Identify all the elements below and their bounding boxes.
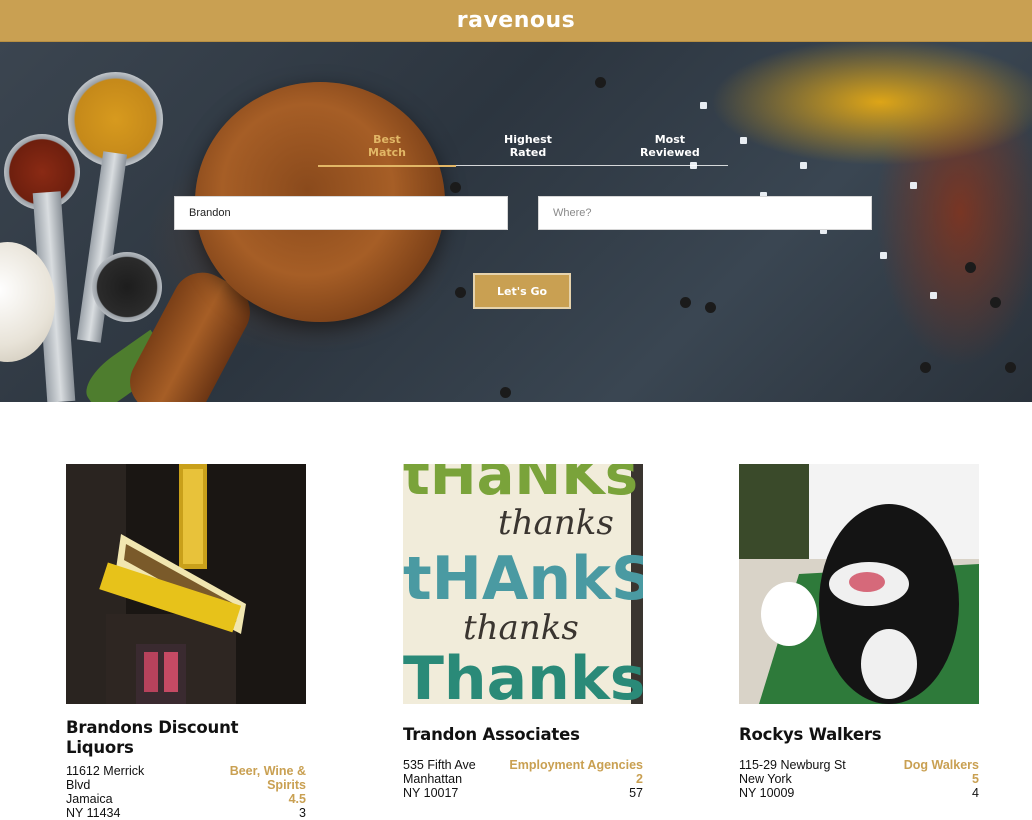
- tab-highest-rated[interactable]: Highest Rated: [456, 132, 600, 165]
- salt-crystal: [700, 102, 707, 109]
- liquor-store-image: [66, 464, 306, 704]
- peppercorn: [990, 297, 1001, 308]
- business-category: Beer, Wine & Spirits: [229, 764, 306, 792]
- business-photo[interactable]: tHaNKs thanks tHAnkS thanks Thanks: [403, 464, 643, 704]
- peppercorn: [680, 297, 691, 308]
- svg-text:Thanks: Thanks: [403, 644, 643, 704]
- business-card[interactable]: Rockys Walkers 115-29 Newburg St New Yor…: [739, 464, 979, 800]
- business-photo[interactable]: [66, 464, 306, 704]
- address-line: NY 11434: [66, 806, 121, 820]
- business-address: 11612 Merrick Blvd Jamaica NY 11434: [66, 764, 206, 820]
- address-line: New York: [739, 772, 792, 786]
- search-location-input[interactable]: [538, 196, 872, 230]
- address-line: 115-29 Newburg St: [739, 758, 846, 772]
- business-meta: Employment Agencies 2 57: [483, 758, 643, 800]
- peppercorn: [1005, 362, 1016, 373]
- business-rating: 2: [636, 772, 643, 786]
- business-review-count: 4: [972, 786, 979, 800]
- business-card[interactable]: tHaNKs thanks tHAnkS thanks Thanks Trand…: [403, 464, 643, 800]
- salt-crystal: [740, 137, 747, 144]
- address-line: 11612 Merrick: [66, 764, 145, 778]
- svg-text:thanks: thanks: [463, 608, 579, 648]
- business-card[interactable]: Brandons Discount Liquors 11612 Merrick …: [66, 464, 306, 820]
- peppercorn: [920, 362, 931, 373]
- business-rating: 4.5: [288, 792, 306, 806]
- address-line: Blvd: [66, 778, 91, 792]
- business-name: Trandon Associates: [403, 725, 580, 744]
- business-category: Employment Agencies: [509, 758, 643, 772]
- business-rating: 5: [972, 772, 979, 786]
- salt-crystal: [930, 292, 937, 299]
- business-category: Dog Walkers: [903, 758, 979, 772]
- lets-go-button[interactable]: Let's Go: [473, 273, 571, 309]
- search-term-input[interactable]: [174, 196, 508, 230]
- address-line: Jamaica: [66, 792, 113, 806]
- svg-text:thanks: thanks: [498, 503, 614, 543]
- business-review-count: 3: [299, 806, 306, 820]
- salt-crystal: [800, 162, 807, 169]
- peppercorn: [965, 262, 976, 273]
- svg-text:tHaNKs: tHaNKs: [403, 464, 638, 508]
- thanks-card-image: tHaNKs thanks tHAnkS thanks Thanks: [403, 464, 643, 704]
- business-name: Brandons Discount Liquors: [66, 718, 239, 757]
- salt-crystal: [880, 252, 887, 259]
- business-review-count: 57: [629, 786, 643, 800]
- peppercorn: [595, 77, 606, 88]
- business-address: 115-29 Newburg St New York NY 10009: [739, 758, 879, 800]
- business-photo[interactable]: [739, 464, 979, 704]
- sort-tabs: Best Match Highest Rated Most Reviewed: [318, 132, 728, 167]
- svg-text:tHAnkS: tHAnkS: [403, 544, 643, 614]
- app-logo[interactable]: ravenous: [457, 8, 576, 33]
- peppercorn: [705, 302, 716, 313]
- dogs-image: [739, 464, 979, 704]
- tab-most-reviewed[interactable]: Most Reviewed: [600, 132, 740, 165]
- peppercorn: [500, 387, 511, 398]
- search-hero: Best Match Highest Rated Most Reviewed L…: [0, 42, 1032, 402]
- peppercorn: [455, 287, 466, 298]
- tab-best-match[interactable]: Best Match: [318, 132, 456, 167]
- peppercorn: [450, 182, 461, 193]
- salt-crystal: [910, 182, 917, 189]
- top-bar: ravenous: [0, 0, 1032, 42]
- business-name: Rockys Walkers: [739, 725, 882, 744]
- business-meta: Dog Walkers 5 4: [869, 758, 979, 800]
- address-line: NY 10009: [739, 786, 795, 800]
- measuring-spoon-pepper: [92, 252, 162, 322]
- business-meta: Beer, Wine & Spirits 4.5 3: [206, 764, 306, 820]
